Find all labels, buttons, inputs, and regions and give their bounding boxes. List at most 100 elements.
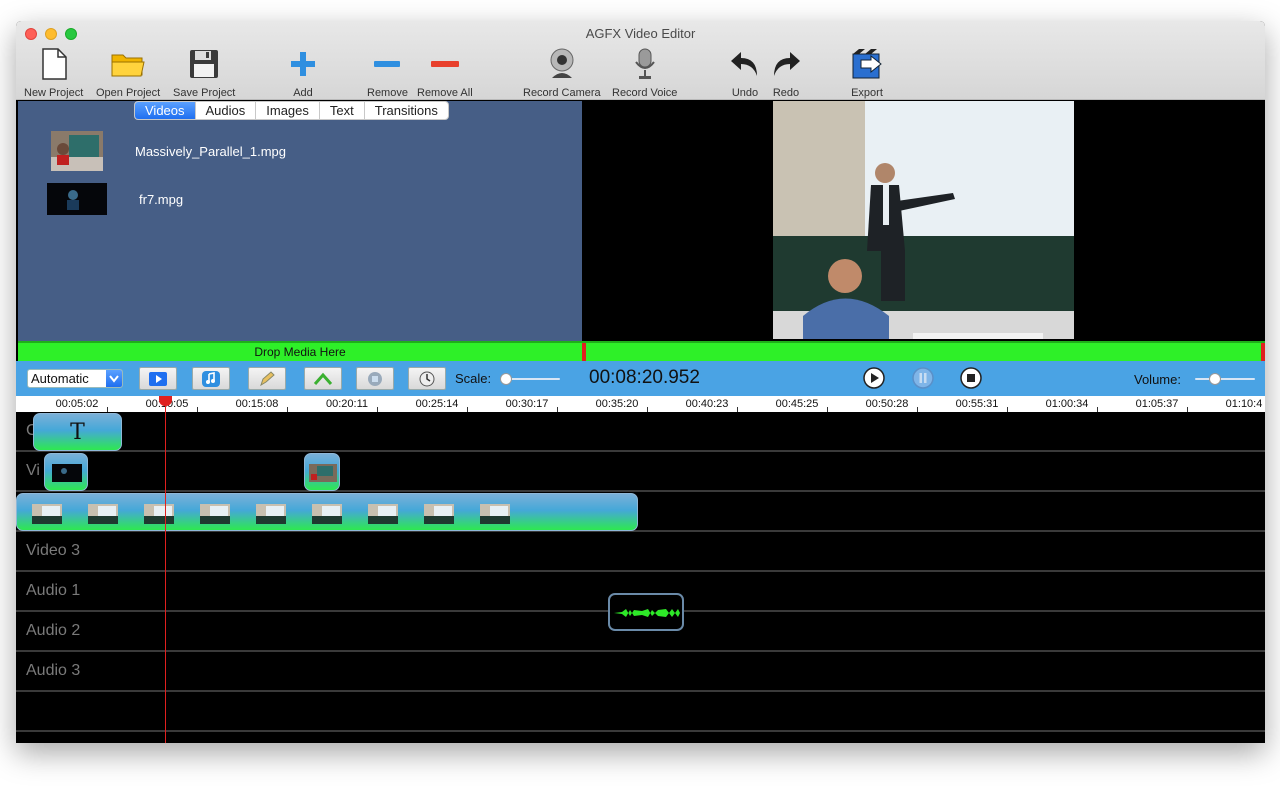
play-icon — [863, 367, 885, 389]
record-voice-button[interactable]: Record Voice — [612, 47, 677, 99]
remove-all-icon — [428, 47, 462, 81]
remove-button[interactable]: Remove — [367, 47, 408, 99]
track-label: Audio 2 — [26, 622, 81, 639]
preview-progress-bar[interactable] — [582, 341, 1265, 361]
scale-slider[interactable] — [506, 378, 560, 380]
track-text[interactable]: C — [16, 412, 1265, 452]
progress-end-marker[interactable] — [1261, 343, 1265, 361]
chevron-down-icon — [106, 370, 122, 387]
new-document-icon — [37, 47, 71, 81]
media-tabs: Videos Audios Images Text Transitions — [134, 101, 449, 120]
tab-audios[interactable]: Audios — [196, 102, 257, 119]
video-thumbnail — [51, 131, 103, 171]
open-project-button[interactable]: Open Project — [96, 47, 160, 99]
ruler-tick-label: 00:40:23 — [685, 398, 729, 410]
redo-arrow-icon — [769, 47, 803, 81]
clip-frame-thumbnail — [424, 504, 454, 524]
ruler-tick-label: 00:05:02 — [55, 398, 99, 410]
clip-frame-thumbnail — [144, 504, 174, 524]
duration-tool-button[interactable] — [408, 367, 446, 390]
clip-frame-thumbnail — [88, 504, 118, 524]
volume-slider[interactable] — [1195, 378, 1255, 380]
text-clip-label: T — [70, 419, 85, 445]
mode-select-value: Automatic — [31, 371, 89, 386]
track-label: Audio 3 — [26, 662, 81, 679]
track-audio-3[interactable]: Audio 3 — [16, 652, 1265, 692]
progress-start-marker[interactable] — [582, 343, 586, 361]
tab-videos[interactable]: Videos — [135, 102, 196, 119]
audio-tool-button[interactable] — [192, 367, 230, 390]
track-label: Audio 1 — [26, 582, 81, 599]
transition-arrows-icon — [313, 372, 333, 385]
media-item[interactable]: Massively_Parallel_1.mpg — [51, 131, 286, 171]
tab-images[interactable]: Images — [256, 102, 320, 119]
media-item-name: fr7.mpg — [139, 191, 184, 207]
music-note-icon — [202, 370, 220, 387]
track-video-3[interactable]: Video 3 — [16, 532, 1265, 572]
tab-transitions[interactable]: Transitions — [365, 102, 448, 119]
text-clip[interactable]: T — [33, 413, 122, 451]
pause-button[interactable] — [912, 367, 934, 389]
clip-frame-thumbnail — [200, 504, 230, 524]
video-clip[interactable] — [44, 453, 88, 491]
export-button[interactable]: Export — [850, 47, 884, 99]
playhead[interactable] — [165, 396, 166, 743]
ruler-tick-label: 00:20:11 — [325, 398, 369, 410]
play-button[interactable] — [863, 367, 885, 389]
undo-button[interactable]: Undo — [728, 47, 762, 99]
ruler-tick-label: 00:50:28 — [865, 398, 909, 410]
window-title: AGFX Video Editor — [585, 26, 696, 41]
ruler-tick-label: 00:35:20 — [595, 398, 639, 410]
video-track-tool-button[interactable] — [139, 367, 177, 390]
clip-thumbnail — [309, 464, 337, 482]
video-clip[interactable] — [304, 453, 340, 491]
ruler-tick-label: 00:15:08 — [235, 398, 279, 410]
scale-slider-knob[interactable] — [500, 373, 512, 385]
export-icon — [850, 47, 884, 81]
edit-tool-button[interactable] — [248, 367, 286, 390]
track-label: Video 3 — [26, 542, 80, 559]
clip-frame-thumbnail — [368, 504, 398, 524]
microphone-icon — [628, 47, 662, 81]
stop-icon — [960, 367, 982, 389]
audio-waveform — [614, 609, 680, 617]
ruler-tick-label: 00:55:31 — [955, 398, 999, 410]
timeline-tracks: C Vi Video 3 Audio 1 Audio 2 Audio 3 T — [16, 412, 1265, 743]
track-video-1[interactable]: Vi — [16, 452, 1265, 492]
mode-select[interactable]: Automatic — [27, 369, 123, 388]
ruler-tick-label: 01:10:4 — [1225, 398, 1263, 410]
drop-media-zone[interactable]: Drop Media Here — [18, 341, 582, 361]
preview-frame — [773, 101, 1074, 339]
ruler-tick-label: 00:30:17 — [505, 398, 549, 410]
volume-label: Volume: — [1134, 372, 1181, 387]
save-project-button[interactable]: Save Project — [173, 47, 235, 99]
ruler-tick-label: 01:05:37 — [1135, 398, 1179, 410]
add-button[interactable]: Add — [286, 47, 320, 99]
new-project-button[interactable]: New Project — [24, 47, 83, 99]
remove-all-button[interactable]: Remove All — [417, 47, 473, 99]
clip-thumbnail — [52, 464, 82, 482]
pencil-icon — [260, 370, 275, 386]
audio-clip[interactable] — [608, 593, 684, 631]
video-preview — [582, 101, 1265, 341]
volume-slider-knob[interactable] — [1209, 373, 1221, 385]
clock-icon — [419, 371, 435, 386]
stop-button[interactable] — [960, 367, 982, 389]
tab-text[interactable]: Text — [320, 102, 365, 119]
video-clip-long[interactable] — [16, 493, 638, 531]
toolbar: AGFX Video Editor New Project Open Proje… — [16, 21, 1265, 100]
timecode-display: 00:08:20.952 — [589, 367, 700, 388]
clip-frame-thumbnail — [480, 504, 510, 524]
transition-tool-button[interactable] — [304, 367, 342, 390]
video-thumbnail — [47, 183, 107, 215]
minus-icon — [370, 47, 404, 81]
record-camera-button[interactable]: Record Camera — [523, 47, 601, 99]
media-item-name: Massively_Parallel_1.mpg — [135, 143, 287, 159]
floppy-disk-icon — [187, 47, 221, 81]
timeline-ruler[interactable]: 00:05:02 00:10:05 00:15:08 00:20:11 00:2… — [16, 396, 1265, 412]
redo-button[interactable]: Redo — [769, 47, 803, 99]
app-window: AGFX Video Editor New Project Open Proje… — [16, 21, 1265, 743]
webcam-icon — [545, 47, 579, 81]
media-item[interactable]: fr7.mpg — [47, 183, 183, 215]
record-tool-button[interactable] — [356, 367, 394, 390]
